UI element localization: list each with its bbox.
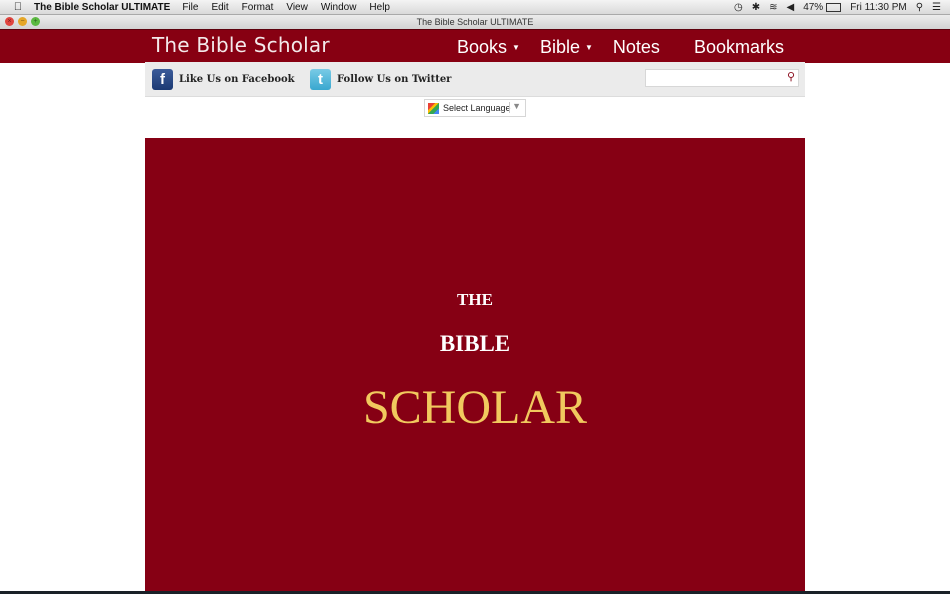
facebook-icon: f (152, 69, 173, 90)
close-window-button[interactable]: × (5, 17, 14, 26)
nav-notes-label: Notes (612, 37, 660, 57)
hero-line-bible: BIBLE (439, 331, 511, 356)
site-header: The Bible Scholar Books ▼ Bible ▼ Notes … (0, 29, 950, 63)
nav-notes[interactable]: Notes (613, 37, 660, 58)
wifi-icon[interactable]: ≋ (769, 2, 777, 13)
divider (509, 102, 510, 113)
nav-bible[interactable]: Bible ▼ (540, 37, 593, 58)
menu-app-name[interactable]: The Bible Scholar ULTIMATE (34, 2, 170, 13)
language-select-label: Select Language (443, 103, 511, 113)
search-icon[interactable]: ⚲ (787, 70, 795, 83)
main-nav: Books ▼ Bible ▼ Notes Bookmarks (457, 37, 804, 58)
dropdown-arrow-icon: ▼ (512, 101, 521, 111)
window-title-bar: × − + The Bible Scholar ULTIMATE (0, 15, 950, 29)
nav-bookmarks-label: Bookmarks (693, 37, 784, 57)
hero-line-the: THE (457, 290, 493, 309)
twitter-icon: t (310, 69, 331, 90)
language-select[interactable]: Select Language ▼ (424, 99, 526, 117)
menu-edit[interactable]: Edit (211, 2, 228, 13)
battery-icon[interactable] (826, 2, 842, 12)
hero-line-scholar: SCHOLAR (362, 381, 588, 434)
mac-menu-bar:  The Bible Scholar ULTIMATE File Edit F… (0, 0, 950, 15)
menu-format[interactable]: Format (242, 2, 274, 13)
nav-bookmarks[interactable]: Bookmarks (694, 37, 784, 58)
nav-bible-label: Bible (539, 37, 580, 57)
minimize-window-button[interactable]: − (18, 17, 27, 26)
twitter-label: Follow Us on Twitter (337, 74, 452, 85)
window-title: The Bible Scholar ULTIMATE (416, 17, 534, 27)
menu-help[interactable]: Help (369, 2, 390, 13)
hero-banner: THE BIBLE SCHOLAR (145, 138, 805, 592)
menu-window[interactable]: Window (321, 2, 357, 13)
volume-icon[interactable]: ◀ (786, 2, 794, 13)
spotlight-icon[interactable]: ⚲ (916, 2, 923, 13)
search-input[interactable]: ⚲ (645, 69, 799, 87)
caret-down-icon: ▼ (584, 43, 593, 52)
status-area: ◷ ✱ ≋ ◀ 47% Fri 11:30 PM ⚲ ☰ (734, 0, 950, 14)
social-bar: f Like Us on Facebook t Follow Us on Twi… (145, 62, 805, 97)
facebook-link[interactable]: f Like Us on Facebook (152, 69, 295, 90)
nav-books-label: Books (457, 37, 508, 57)
facebook-label: Like Us on Facebook (179, 74, 295, 85)
bluetooth-icon[interactable]: ✱ (752, 2, 760, 13)
menu-view[interactable]: View (286, 2, 308, 13)
site-title[interactable]: The Bible Scholar (152, 33, 330, 57)
traffic-lights: × − + (5, 17, 40, 26)
nav-books[interactable]: Books ▼ (457, 37, 520, 58)
zoom-window-button[interactable]: + (31, 17, 40, 26)
twitter-link[interactable]: t Follow Us on Twitter (310, 69, 451, 90)
caret-down-icon: ▼ (512, 43, 520, 52)
clock[interactable]: Fri 11:30 PM (850, 2, 907, 13)
apple-menu-icon[interactable]:  (12, 1, 24, 13)
menu-file[interactable]: File (182, 2, 198, 13)
notification-center-icon[interactable]: ☰ (932, 2, 941, 13)
google-translate-icon (428, 102, 439, 114)
time-machine-icon[interactable]: ◷ (734, 2, 743, 13)
battery-percent[interactable]: 47% (803, 2, 823, 13)
